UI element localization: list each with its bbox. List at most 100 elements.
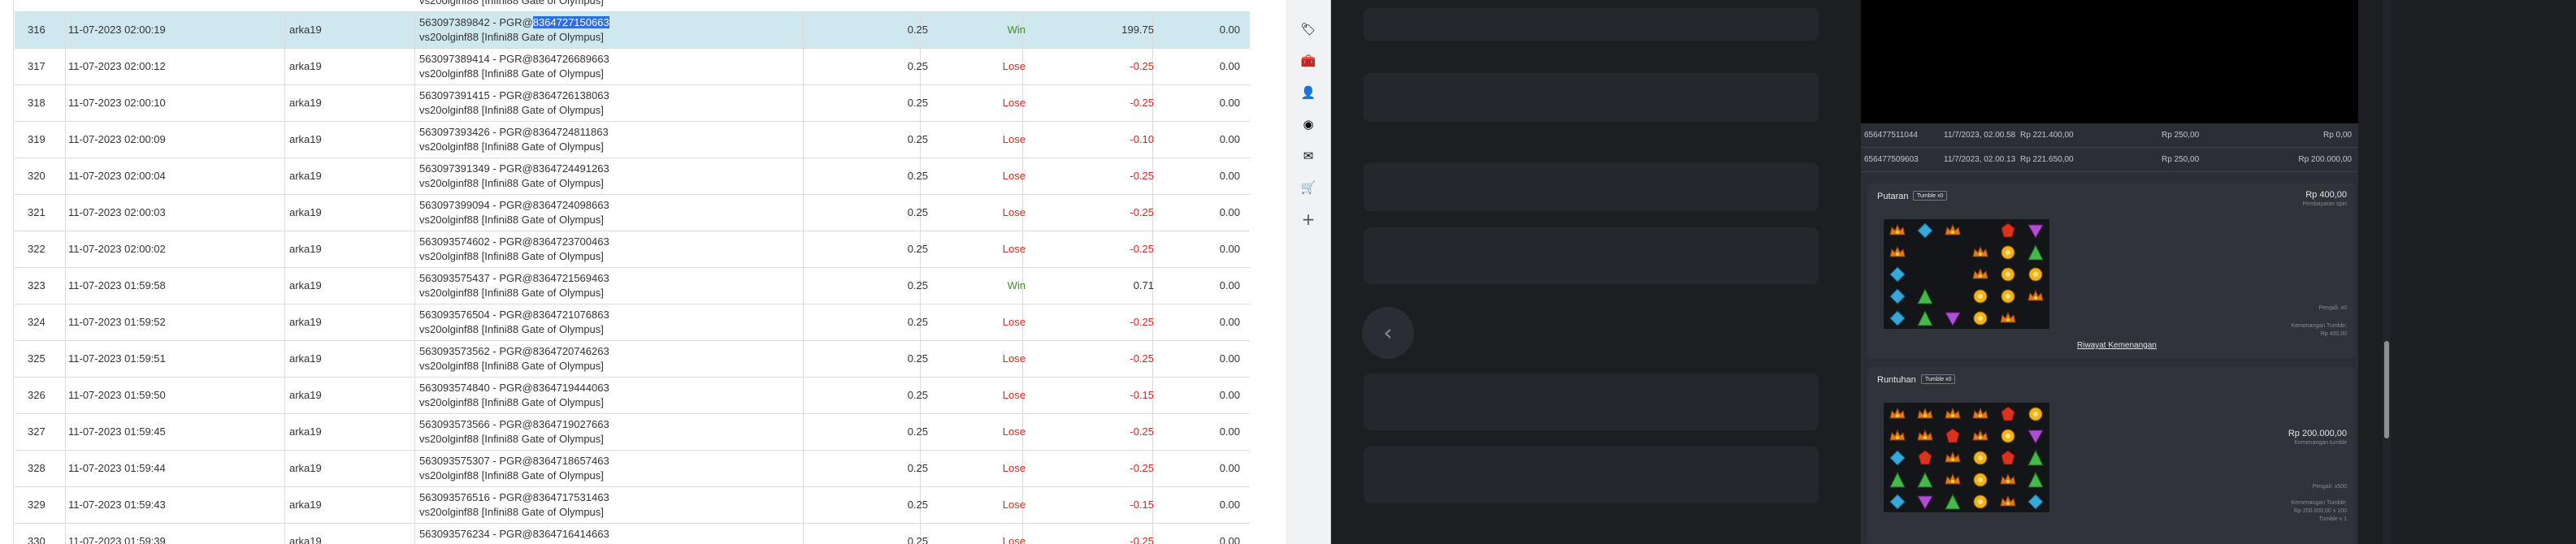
reference-text: 563093573566 - PGR@8364719027663 — [419, 418, 609, 430]
row-number-cell: 321 — [28, 206, 46, 218]
reference-cell: 563097391415 - PGR@8364726138063 — [419, 89, 609, 103]
table-row[interactable]: 324 11-07-2023 01:59:52 arka19 563093576504… — [15, 304, 1250, 341]
yellow-gem-icon — [1967, 307, 1994, 329]
column-divider — [414, 378, 415, 413]
game-cell: vs20olginf88 [Infini88 Gate of Olympus] — [419, 433, 604, 445]
round-id: 656477511044 — [1864, 131, 1918, 140]
red-gem-icon — [1994, 403, 2022, 425]
table-row[interactable]: 330 11-07-2023 01:59:39 arka19 563093576234… — [15, 524, 1250, 544]
circle-app-icon[interactable]: ◉ — [1300, 116, 1316, 132]
history-row[interactable]: 656477509603 11/7/2023, 02.00.13 Rp 221.65… — [1861, 148, 2358, 172]
green-gem-icon — [1911, 307, 1939, 329]
table-row[interactable]: 328 11-07-2023 01:59:44 arka19 563093575307… — [15, 451, 1250, 487]
reference-cell: 563093575307 - PGR@8364718657463 — [419, 454, 609, 468]
balance-cell: 0.00 — [1219, 243, 1240, 255]
table-row[interactable]: 318 11-07-2023 02:00:10 arka19 563097391415… — [15, 85, 1250, 122]
spin-info-2: Kemenangan Tumble: — [2291, 323, 2348, 329]
table-row[interactable]: 319 11-07-2023 02:00:09 arka19 563097393426… — [15, 122, 1250, 158]
balance-cell: 0.00 — [1219, 535, 1240, 544]
column-divider — [65, 304, 66, 340]
username-cell: arka19 — [289, 352, 322, 365]
table-row[interactable]: 325 11-07-2023 01:59:51 arka19 563093573562… — [15, 341, 1250, 378]
win-history-link[interactable]: Riwayat Kemenangan — [2077, 341, 2157, 350]
table-row[interactable]: 323 11-07-2023 01:59:58 arka19 563093575437… — [15, 268, 1250, 304]
round-id: 656477509603 — [1864, 155, 1919, 164]
previous-arrow-icon[interactable]: ‹ — [1362, 307, 1414, 359]
blue-gem-icon — [2022, 490, 2049, 512]
table-row[interactable]: 316 11-07-2023 02:00:19 arka19 563097389842… — [15, 12, 1250, 49]
add-icon[interactable]: + — [1300, 211, 1316, 227]
cart-icon[interactable]: 🛒 — [1300, 179, 1316, 196]
crown-gem-icon — [1911, 403, 1939, 425]
column-divider — [803, 49, 804, 84]
spin-amount-sub: Pembayaran spin — [2302, 201, 2347, 207]
transaction-table: vs20olginf88 [Infini88 Gate of Olympus] … — [0, 0, 1250, 544]
reference-cell: 563093573562 - PGR@8364720746263 — [419, 344, 609, 359]
scrollbar-track[interactable] — [2383, 0, 2391, 544]
game-cell: vs20olginf88 [Infini88 Gate of Olympus] — [419, 396, 604, 408]
reference-text: 563097391415 - PGR@8364726138063 — [419, 89, 609, 101]
username-cell: arka19 — [289, 389, 322, 401]
empty-cell — [1911, 263, 1939, 285]
balance-cell: 0.00 — [1219, 462, 1240, 474]
crown-gem-icon — [1911, 425, 1939, 447]
scrollbar-thumb[interactable] — [2384, 341, 2389, 438]
reference-cell: 563093573566 - PGR@8364719027663 — [419, 417, 609, 432]
date-cell: 11-07-2023 01:59:52 — [68, 316, 166, 328]
blue-gem-icon — [1884, 307, 1911, 329]
column-divider — [414, 85, 415, 121]
table-row[interactable]: 322 11-07-2023 02:00:02 arka19 563093574602… — [15, 231, 1250, 268]
reference-text: 563097389842 - PGR@ — [419, 16, 533, 28]
column-divider — [65, 268, 66, 304]
reference-text: 563097391349 - PGR@8364724491263 — [419, 162, 609, 175]
column-divider — [284, 85, 285, 121]
crown-gem-icon — [1994, 490, 2022, 512]
reference-text: 563093574840 - PGR@8364719444063 — [419, 382, 609, 394]
purple-gem-icon — [1911, 490, 1939, 512]
reference-cell: 563093575437 - PGR@8364721569463 — [419, 271, 609, 286]
history-row[interactable]: 656477511044 11/7/2023, 02.00.58 Rp 221.40… — [1861, 123, 2358, 148]
reference-text: 563097389414 - PGR@8364726689663 — [419, 53, 609, 65]
date-cell: 11-07-2023 02:00:02 — [68, 243, 166, 255]
round-win: Rp 200.000,00 — [2298, 155, 2352, 164]
table-row[interactable]: 321 11-07-2023 02:00:03 arka19 563097399094… — [15, 195, 1250, 231]
column-divider — [414, 12, 415, 48]
table-row[interactable]: 329 11-07-2023 01:59:43 arka19 563093576516… — [15, 487, 1250, 524]
bet-cell: 0.25 — [907, 462, 928, 474]
crown-gem-icon — [1884, 219, 1911, 241]
bet-cell: 0.25 — [907, 170, 928, 182]
column-divider — [414, 195, 415, 231]
column-divider — [284, 158, 285, 194]
column-divider — [414, 524, 415, 544]
crown-gem-icon — [1994, 468, 2022, 490]
table-row[interactable]: 327 11-07-2023 01:59:45 arka19 563093573566… — [15, 414, 1250, 451]
result-cell: Lose — [1002, 316, 1026, 328]
table-row[interactable]: 326 11-07-2023 01:59:50 arka19 563093574840… — [15, 378, 1250, 414]
round-bet: Rp 250,00 — [2162, 131, 2200, 140]
column-divider — [284, 414, 285, 450]
empty-cell — [1911, 241, 1939, 263]
outlook-icon[interactable]: ✉ — [1300, 148, 1316, 164]
column-divider — [65, 85, 66, 121]
win-amount-cell: -0.25 — [1130, 97, 1154, 109]
tumble-reel-grid — [1884, 403, 2049, 512]
column-divider — [803, 158, 804, 194]
column-divider — [414, 122, 415, 158]
tag-icon[interactable]: 🏷 — [1300, 21, 1316, 37]
green-gem-icon — [1884, 468, 1911, 490]
balance-cell: 0.00 — [1219, 133, 1240, 145]
purple-gem-icon — [2022, 219, 2049, 241]
result-cell: Lose — [1002, 170, 1026, 182]
balance-cell: 0.00 — [1219, 24, 1240, 36]
username-cell: arka19 — [289, 499, 322, 511]
column-divider — [803, 524, 804, 544]
toolbox-icon[interactable]: 🧰 — [1300, 53, 1316, 69]
column-divider — [284, 451, 285, 486]
table-row[interactable]: 317 11-07-2023 02:00:12 arka19 563097389414… — [15, 49, 1250, 85]
column-divider — [414, 268, 415, 304]
table-row[interactable]: 320 11-07-2023 02:00:04 arka19 563097391349… — [15, 158, 1250, 195]
result-cell: Lose — [1002, 97, 1026, 109]
green-gem-icon — [1911, 285, 1939, 307]
person-icon[interactable]: 👤 — [1300, 84, 1316, 101]
crown-gem-icon — [1884, 403, 1911, 425]
